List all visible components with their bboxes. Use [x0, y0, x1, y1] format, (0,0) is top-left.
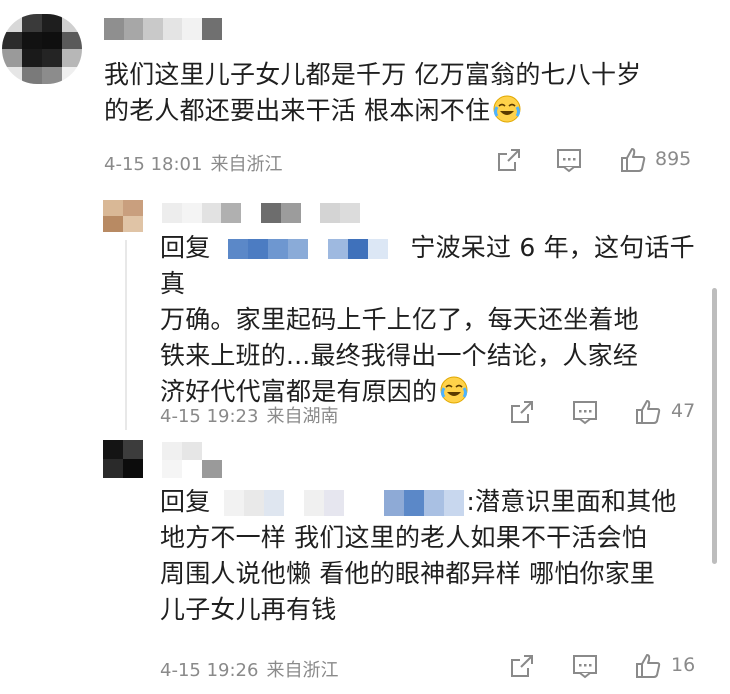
- like-count: 47: [671, 400, 696, 422]
- comment-actions: 16: [508, 652, 708, 682]
- comment-meta: 4-15 19:23 来自湖南: [160, 402, 338, 428]
- location: 来自湖南: [266, 406, 339, 427]
- location: 来自浙江: [266, 660, 339, 681]
- comment-icon[interactable]: [571, 652, 599, 680]
- username[interactable]: [162, 203, 360, 223]
- avatar[interactable]: [103, 440, 143, 478]
- thumbs-up-icon[interactable]: [619, 146, 647, 174]
- share-icon[interactable]: [495, 146, 523, 174]
- comment-icon[interactable]: [555, 146, 583, 174]
- thumbs-up-icon[interactable]: [634, 398, 662, 426]
- username[interactable]: [162, 442, 222, 478]
- avatar[interactable]: [103, 200, 143, 232]
- scrollbar[interactable]: [712, 288, 717, 564]
- reply-prefix: 回复: [160, 487, 211, 516]
- comment-icon[interactable]: [571, 398, 599, 426]
- comment-meta: 4-15 18:01 来自浙江: [104, 150, 282, 176]
- like-count: 16: [671, 654, 696, 676]
- reply-prefix: 回复: [160, 233, 211, 262]
- timestamp: 4-15 19:23: [160, 406, 259, 427]
- like-count: 895: [655, 148, 692, 170]
- comment-body: 回复:潜意识里面和其他 地方不一样 我们这里的老人如果不干活会怕 周围人说他懒 …: [160, 487, 677, 624]
- comment-actions: 47: [508, 398, 708, 428]
- laughing-crying-emoji-icon: [493, 95, 521, 123]
- comment-meta: 4-15 19:26 来自浙江: [160, 656, 338, 682]
- timestamp: 4-15 18:01: [104, 154, 203, 175]
- timestamp: 4-15 19:26: [160, 660, 259, 681]
- comment-thread: 我们这里儿子女儿都是千万 亿万富翁的七八十岁 的老人都还要出来干活 根本闲不住 …: [0, 0, 730, 694]
- mention-mask[interactable]: [224, 490, 465, 516]
- comment-body: 我们这里儿子女儿都是千万 亿万富翁的七八十岁 的老人都还要出来干活 根本闲不住: [104, 60, 642, 125]
- thread-line: [125, 240, 127, 430]
- share-icon[interactable]: [508, 652, 536, 680]
- thumbs-up-icon[interactable]: [634, 652, 662, 680]
- avatar[interactable]: [2, 14, 82, 84]
- comment-body: 回复 宁波呆过 6 年，这句话千真 万确。家里起码上千上亿了，每天还坐着地 铁来上…: [160, 233, 695, 406]
- laughing-crying-emoji-icon: [440, 376, 468, 404]
- username[interactable]: [104, 18, 222, 40]
- location: 来自浙江: [210, 154, 283, 175]
- comment-actions: 895: [495, 146, 705, 176]
- mention-mask[interactable]: [228, 239, 389, 259]
- share-icon[interactable]: [508, 398, 536, 426]
